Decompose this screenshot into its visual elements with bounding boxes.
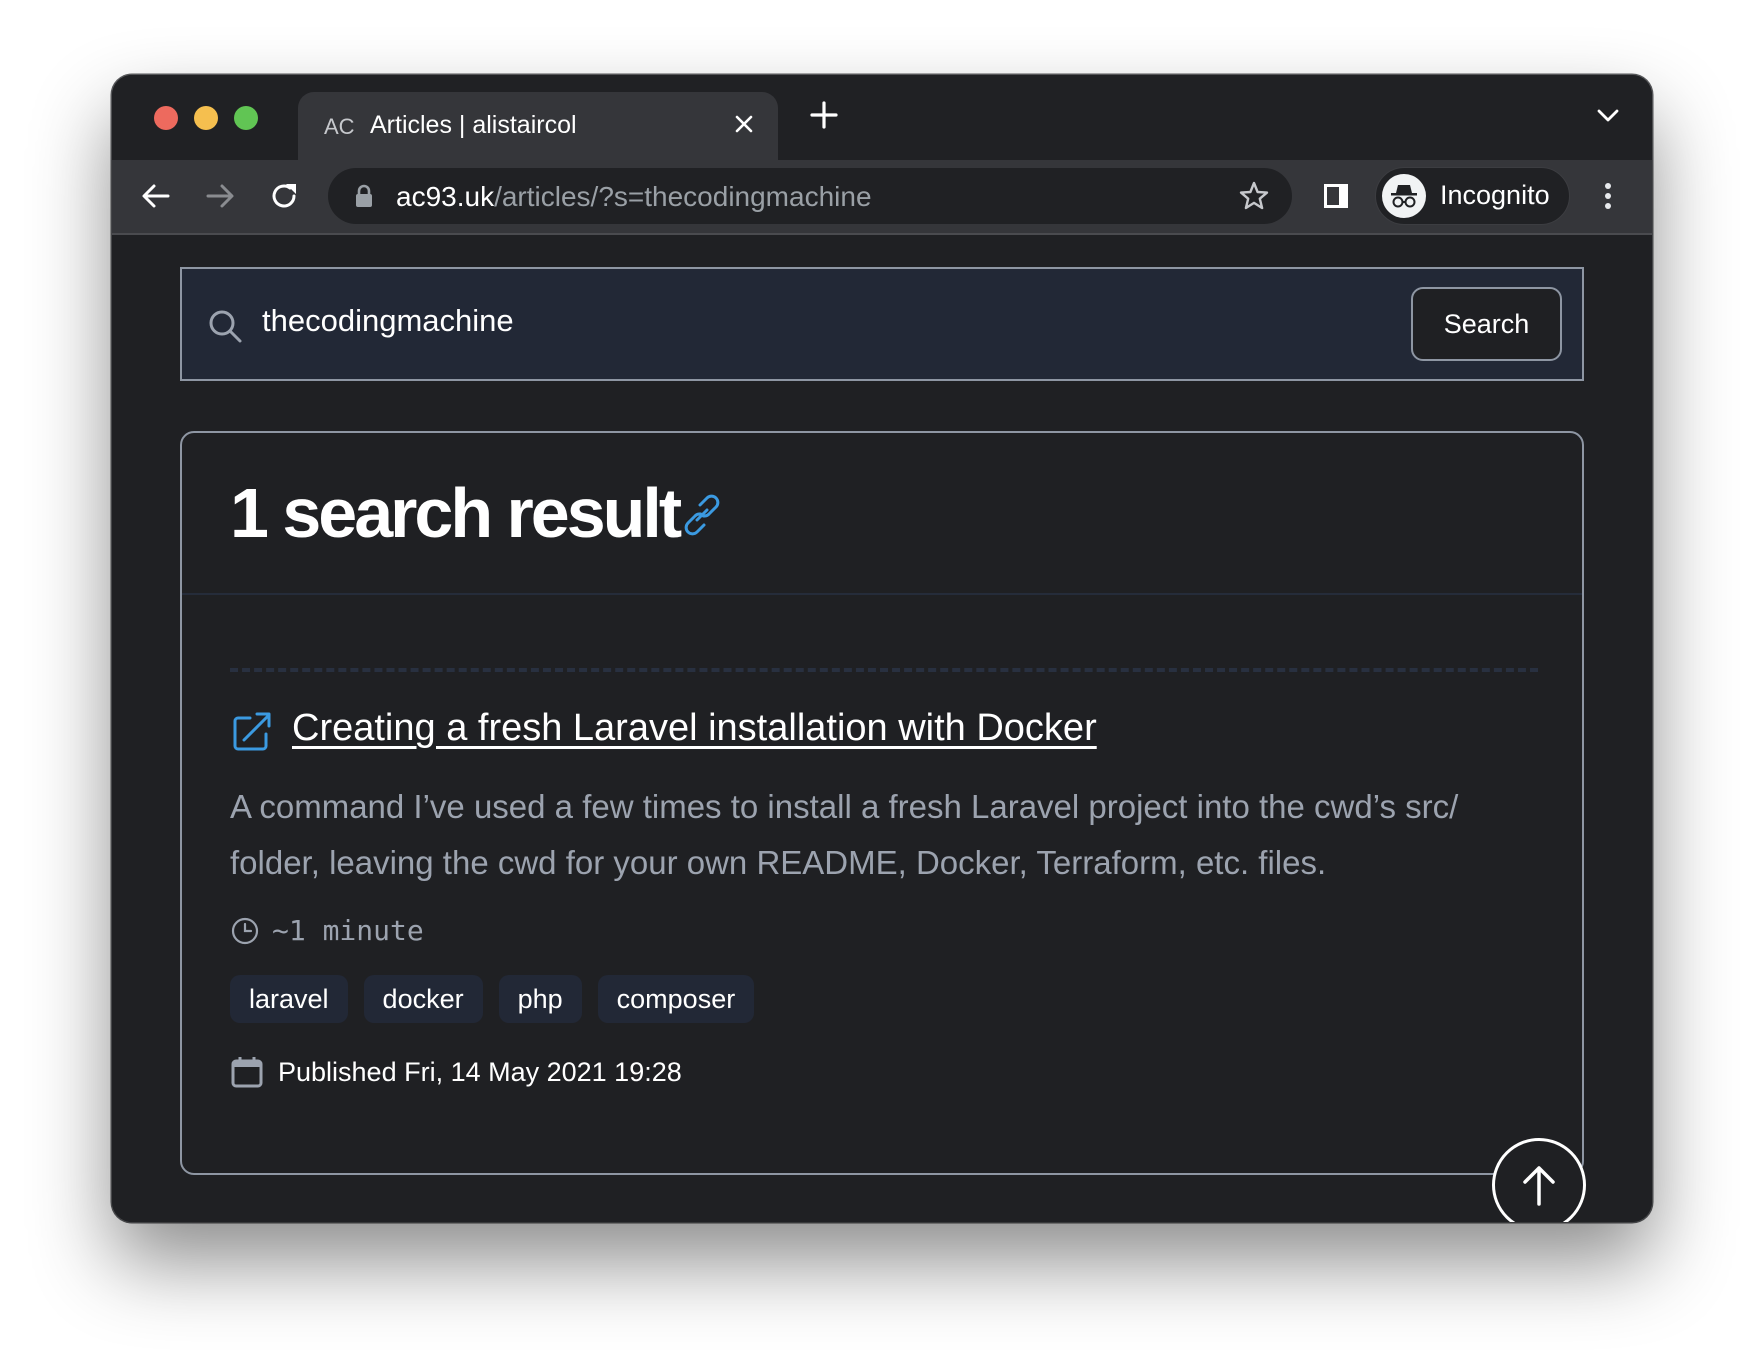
window-minimize-button[interactable] [194, 106, 218, 130]
tag[interactable]: docker [363, 975, 483, 1023]
link-icon[interactable] [678, 491, 726, 539]
search-button[interactable]: Search [1411, 287, 1562, 361]
url-domain: ac93.uk [396, 181, 495, 212]
external-link-icon[interactable] [230, 709, 274, 753]
arrow-left-icon[interactable] [138, 178, 174, 214]
more-vertical-icon[interactable] [1590, 178, 1626, 214]
tab-favicon: AC [324, 114, 355, 139]
profile-button[interactable]: Incognito [1375, 167, 1570, 225]
window-close-button[interactable] [154, 106, 178, 130]
search-input[interactable]: thecodingmachine [262, 303, 514, 339]
star-icon[interactable] [1238, 180, 1270, 212]
results-heading: 1 search result [230, 474, 682, 552]
page-content: thecodingmachine Search 1 search result [112, 235, 1652, 1222]
search-form: thecodingmachine Search [180, 267, 1584, 381]
browser-toolbar: ac93.uk/articles/?s=thecodingmachine Inc… [112, 160, 1652, 235]
close-icon[interactable] [730, 110, 758, 138]
arrow-up-icon [1523, 1166, 1555, 1206]
tab-title: Articles | alistaircol [370, 111, 577, 139]
url-path: /articles/?s=thecodingmachine [494, 181, 872, 212]
read-time-text: ~1 minute [272, 914, 424, 947]
result-description: A command I’ve used a few times to insta… [230, 788, 1459, 881]
address-bar[interactable]: ac93.uk/articles/?s=thecodingmachine [328, 168, 1292, 224]
tag-list: laravel docker php composer [230, 975, 755, 1023]
browser-tab[interactable]: AC Articles | alistaircol [298, 92, 778, 160]
scroll-to-top-button[interactable] [1492, 1138, 1586, 1222]
lock-icon[interactable] [353, 184, 375, 208]
clock-icon [231, 917, 259, 945]
profile-label: Incognito [1440, 180, 1550, 210]
tag[interactable]: laravel [230, 975, 348, 1023]
published-date: Published Fri, 14 May 2021 19:28 [230, 1055, 682, 1089]
url-text[interactable]: ac93.uk/articles/?s=thecodingmachine [396, 181, 872, 213]
result-title-link[interactable]: Creating a fresh Laravel installation wi… [292, 707, 1097, 750]
published-text: Published Fri, 14 May 2021 19:28 [278, 1057, 682, 1087]
calendar-icon [231, 1057, 263, 1088]
incognito-icon [1382, 174, 1426, 218]
window-maximize-button[interactable] [234, 106, 258, 130]
tag[interactable]: php [498, 975, 582, 1023]
results-card: 1 search result Creating a fresh Laravel… [180, 431, 1584, 1175]
read-time: ~1 minute [230, 914, 424, 947]
browser-window: AC Articles | alistaircol ac93.uk/articl… [112, 75, 1652, 1222]
plus-icon[interactable] [806, 97, 842, 133]
reload-icon[interactable] [266, 178, 302, 214]
tag[interactable]: composer [597, 975, 755, 1023]
result-separator [230, 668, 1538, 672]
heading-divider [182, 593, 1582, 595]
arrow-right-icon[interactable] [202, 178, 238, 214]
side-panel-icon[interactable] [1317, 178, 1353, 214]
search-icon [209, 310, 242, 343]
chevron-down-icon[interactable] [1594, 103, 1622, 127]
tab-bar: AC Articles | alistaircol [112, 75, 1652, 160]
